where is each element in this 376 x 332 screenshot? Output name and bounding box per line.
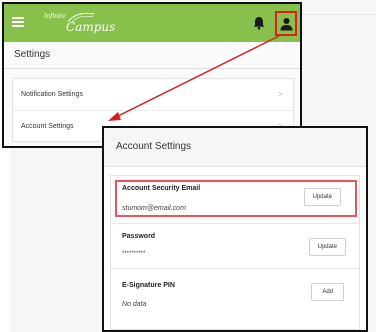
user-icon: [280, 18, 293, 31]
account-settings-card: Account Security Email stumom@email.com …: [110, 175, 360, 330]
password-row: Password ********** Update: [111, 223, 359, 268]
update-email-button[interactable]: Update: [303, 188, 341, 206]
panel-title: Account Settings: [116, 141, 192, 152]
list-item-label: Account Settings: [21, 123, 74, 130]
bell-icon[interactable]: [253, 16, 265, 30]
row-label: Account Security Email: [122, 185, 201, 192]
row-value: **********: [122, 251, 146, 257]
panel-header: Account Settings: [104, 128, 366, 167]
add-pin-button[interactable]: Add: [311, 283, 344, 301]
menu-icon[interactable]: [12, 17, 24, 27]
row-value: stumom@email.com: [122, 205, 186, 212]
list-item-notification-settings[interactable]: Notification Settings >: [13, 79, 293, 111]
divider: [4, 68, 300, 69]
account-settings-panel: Account Settings Account Security Email …: [102, 126, 368, 332]
update-password-button[interactable]: Update: [308, 238, 346, 256]
logo-text-big: Campus: [66, 20, 116, 34]
logo-text-small: Infinite: [44, 13, 66, 20]
list-item-label: Notification Settings: [21, 91, 83, 98]
app-logo: Infinite Campus: [44, 11, 124, 35]
user-menu-button[interactable]: [275, 11, 297, 36]
account-security-email-row: Account Security Email stumom@email.com …: [111, 176, 359, 220]
top-bar: Infinite Campus: [4, 4, 300, 42]
row-value: No data: [122, 301, 147, 308]
page-title: Settings: [14, 49, 51, 60]
chevron-right-icon: >: [277, 89, 283, 99]
e-signature-pin-row: E-Signature PIN No data Add: [111, 268, 359, 319]
row-label: Password: [122, 233, 156, 240]
row-label: E-Signature PIN: [122, 282, 175, 289]
